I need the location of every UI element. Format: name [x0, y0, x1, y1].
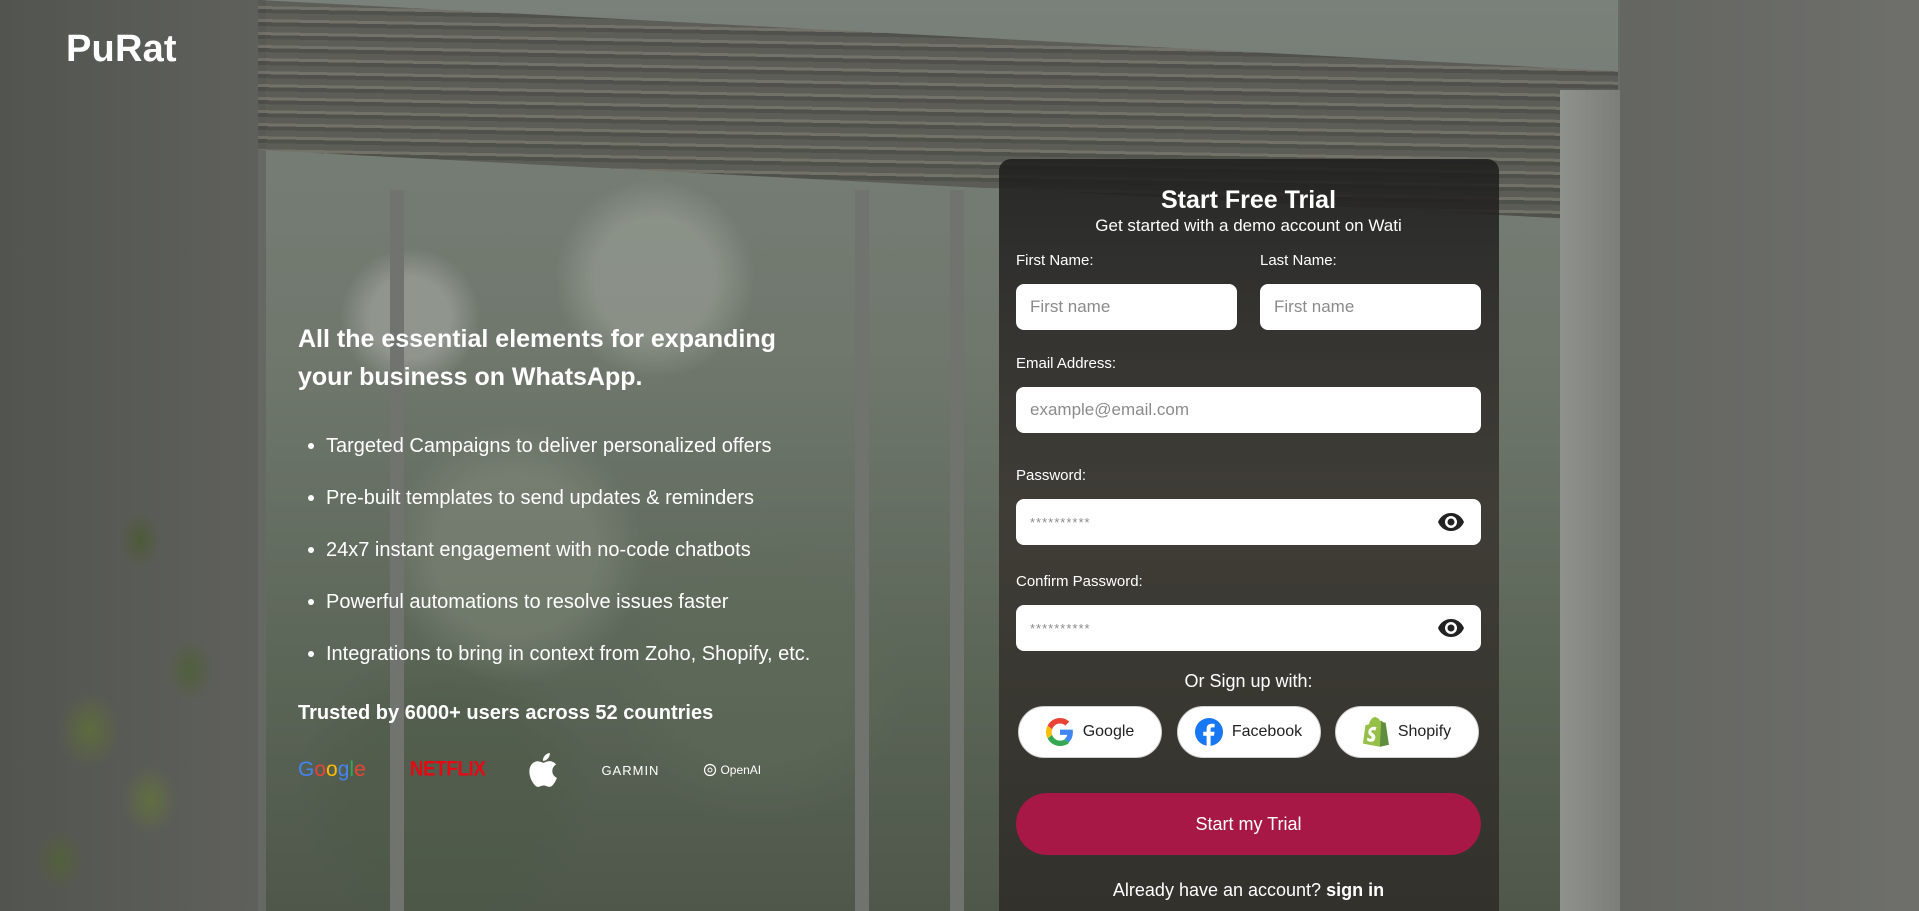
signin-prompt: Already have an account? sign in	[1016, 880, 1481, 901]
facebook-signup-button[interactable]: Facebook	[1176, 706, 1321, 758]
marketing-section: All the essential elements for expanding…	[298, 320, 858, 694]
bullet-icon	[308, 547, 314, 553]
apple-icon	[529, 752, 558, 788]
bullet-icon	[308, 651, 314, 657]
last-name-label: Last Name:	[1260, 252, 1337, 269]
bullet-icon	[308, 443, 314, 449]
feature-text: Targeted Campaigns to deliver personaliz…	[326, 435, 772, 457]
last-name-input[interactable]	[1260, 284, 1481, 330]
signin-prompt-text: Already have an account?	[1112, 880, 1322, 900]
feature-text: Pre-built templates to send updates & re…	[326, 487, 754, 509]
feature-item: Pre-built templates to send updates & re…	[298, 486, 858, 510]
bullet-icon	[308, 495, 314, 501]
start-trial-button[interactable]: Start my Trial	[1016, 793, 1481, 855]
show-password-eye-icon[interactable]	[1437, 512, 1465, 532]
confirm-password-input[interactable]	[1016, 605, 1481, 651]
signup-panel: Start Free Trial Get started with a demo…	[999, 159, 1499, 911]
password-input[interactable]	[1016, 499, 1481, 545]
feature-list: Targeted Campaigns to deliver personaliz…	[298, 434, 858, 666]
trusted-by-text: Trusted by 6000+ users across 52 countri…	[298, 702, 714, 724]
background-photo	[0, 0, 1919, 911]
shopify-icon	[1362, 717, 1389, 747]
netflix-logo: NETFLIX	[409, 757, 486, 781]
bullet-icon	[308, 599, 314, 605]
google-icon	[1045, 718, 1073, 746]
feature-item: Targeted Campaigns to deliver personaliz…	[298, 434, 858, 458]
first-name-input[interactable]	[1016, 284, 1237, 330]
feature-item: Powerful automations to resolve issues f…	[298, 590, 858, 614]
first-name-label: First Name:	[1016, 252, 1094, 269]
social-signup-group: Google Facebook Shopify	[1016, 706, 1481, 758]
marketing-heading-line-2: your business on WhatsApp.	[298, 363, 643, 391]
or-sign-up-label: Or Sign up with:	[1184, 671, 1313, 691]
email-label: Email Address:	[1016, 355, 1117, 372]
feature-item: 24x7 instant engagement with no-code cha…	[298, 538, 858, 562]
brand-logo[interactable]: PuRat	[66, 28, 177, 71]
openai-icon	[704, 763, 717, 777]
signin-link[interactable]: sign in	[1326, 880, 1384, 900]
facebook-signup-label: Facebook	[1231, 723, 1303, 740]
form-subtitle: Get started with a demo account on Wati	[1095, 216, 1402, 235]
confirm-password-label: Confirm Password:	[1016, 573, 1143, 590]
marketing-heading: All the essential elements for expanding…	[298, 320, 858, 396]
marketing-heading-line-1: All the essential elements for expanding	[298, 325, 776, 353]
garmin-logo: GARMIN	[601, 762, 660, 778]
form-title: Start Free Trial	[1160, 186, 1337, 214]
feature-text: 24x7 instant engagement with no-code cha…	[326, 539, 751, 561]
customer-logos: Google NETFLIX GARMIN OpenAI	[298, 752, 805, 788]
google-signup-label: Google	[1082, 723, 1135, 740]
feature-text: Integrations to bring in context from Zo…	[326, 643, 811, 665]
shopify-signup-button[interactable]: Shopify	[1335, 706, 1479, 758]
password-label: Password:	[1016, 467, 1087, 484]
facebook-icon	[1194, 718, 1223, 746]
feature-text: Powerful automations to resolve issues f…	[326, 591, 729, 613]
show-confirm-password-eye-icon[interactable]	[1437, 618, 1465, 638]
openai-logo: OpenAI	[703, 752, 761, 788]
google-signup-button[interactable]: Google	[1018, 706, 1162, 758]
google-logo: Google	[298, 758, 366, 781]
email-input[interactable]	[1016, 387, 1481, 433]
feature-item: Integrations to bring in context from Zo…	[298, 642, 858, 666]
shopify-signup-label: Shopify	[1397, 723, 1452, 740]
openai-logo-text: OpenAI	[720, 763, 762, 777]
